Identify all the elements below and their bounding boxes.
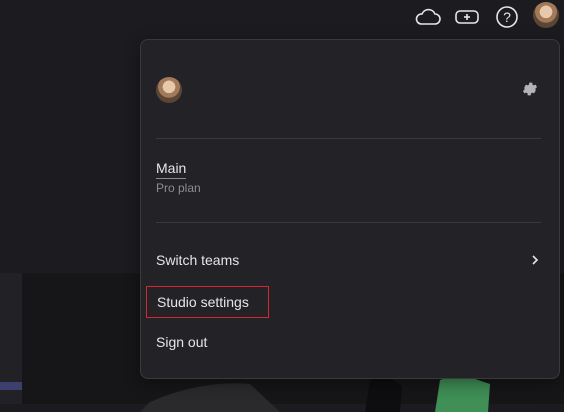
top-toolbar: ? [0, 0, 564, 36]
user-avatar[interactable] [533, 2, 559, 28]
gear-icon[interactable] [521, 80, 539, 98]
sign-out-item[interactable]: Sign out [156, 334, 207, 350]
cloud-icon[interactable] [415, 4, 441, 30]
sign-out-label: Sign out [156, 334, 208, 350]
menu-divider [156, 138, 541, 139]
account-menu: Main Pro plan Switch teams Studio settin… [140, 39, 560, 379]
studio-settings-item[interactable]: Studio settings [146, 286, 269, 318]
help-glyph: ? [503, 9, 511, 25]
chevron-right-icon [532, 255, 539, 265]
avatar [156, 77, 182, 103]
switch-teams-item[interactable]: Switch teams [156, 252, 541, 268]
gamepad-icon[interactable] [454, 4, 480, 30]
team-plan: Pro plan [156, 181, 201, 195]
studio-settings-label: Studio settings [157, 294, 249, 310]
help-icon[interactable]: ? [494, 4, 520, 30]
switch-teams-label: Switch teams [156, 252, 240, 268]
background-accent-bar [0, 382, 22, 390]
team-name[interactable]: Main [156, 160, 187, 179]
menu-divider [156, 222, 541, 223]
